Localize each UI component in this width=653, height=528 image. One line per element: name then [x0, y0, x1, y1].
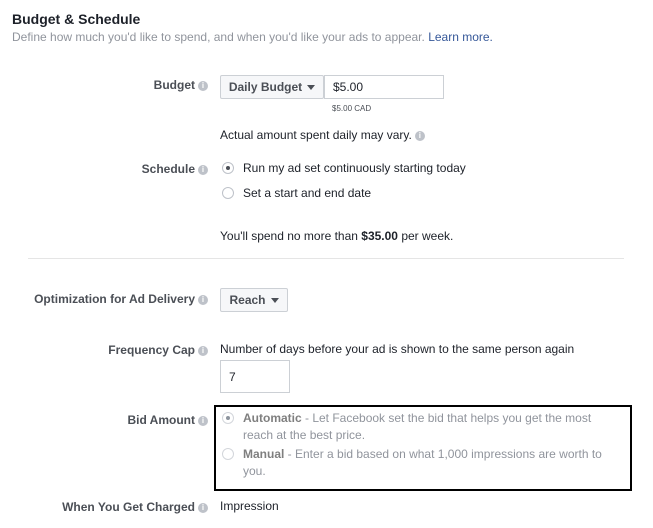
- bid-option-title: Manual: [243, 447, 285, 461]
- schedule-option-continuous[interactable]: Run my ad set continuously starting toda…: [222, 161, 466, 175]
- optimization-dropdown[interactable]: Reach: [220, 288, 288, 312]
- budget-type-label: Daily Budget: [228, 80, 303, 94]
- learn-more-link[interactable]: Learn more.: [428, 30, 493, 44]
- frequency-days-input[interactable]: 7: [220, 360, 290, 393]
- bid-option-desc: - Enter a bid based on what 1,000 impres…: [243, 447, 602, 478]
- budget-label: Budget i: [154, 78, 208, 92]
- info-icon[interactable]: i: [198, 80, 208, 91]
- section-divider: [28, 258, 624, 259]
- info-icon[interactable]: i: [198, 502, 208, 513]
- schedule-label-text: Schedule: [141, 162, 195, 176]
- radio-selected[interactable]: [222, 412, 234, 424]
- optimization-value: Reach: [229, 293, 266, 307]
- bid-label: Bid Amount i: [127, 413, 208, 427]
- frequency-label: Frequency Cap i: [108, 343, 208, 357]
- bid-option-text: Automatic - Let Facebook set the bid tha…: [243, 410, 623, 444]
- frequency-label-text: Frequency Cap: [108, 343, 195, 357]
- info-icon[interactable]: i: [198, 164, 208, 175]
- charged-value: Impression: [220, 499, 279, 513]
- weekly-spend-note: You'll spend no more than $35.00 per wee…: [220, 229, 453, 243]
- budget-label-text: Budget: [153, 78, 195, 92]
- radio-unselected[interactable]: [222, 448, 234, 460]
- schedule-option-label: Set a start and end date: [243, 186, 372, 200]
- radio-selected[interactable]: [222, 162, 234, 174]
- schedule-option-start-end[interactable]: Set a start and end date: [222, 186, 371, 200]
- caret-down-icon: [270, 297, 279, 303]
- spend-prefix: You'll spend no more than: [220, 229, 362, 243]
- schedule-label: Schedule i: [142, 162, 208, 176]
- bid-option-manual[interactable]: Manual - Enter a bid based on what 1,000…: [222, 446, 623, 480]
- budget-type-dropdown[interactable]: Daily Budget: [220, 75, 324, 99]
- charged-label: When You Get Charged i: [62, 500, 208, 514]
- spend-amount: $35.00: [361, 229, 398, 243]
- bid-label-text: Bid Amount: [127, 413, 195, 427]
- budget-currency-hint: $5.00 CAD: [332, 104, 372, 113]
- optimization-label: Optimization for Ad Delivery i: [34, 292, 208, 306]
- frequency-description: Number of days before your ad is shown t…: [220, 342, 575, 356]
- budget-amount-input[interactable]: $5.00: [324, 75, 444, 99]
- bid-option-automatic[interactable]: Automatic - Let Facebook set the bid tha…: [222, 410, 623, 444]
- caret-down-icon: [307, 84, 316, 90]
- info-icon[interactable]: i: [198, 415, 208, 426]
- optimization-label-text: Optimization for Ad Delivery: [34, 292, 195, 306]
- subtitle-text: Define how much you'd like to spend, and…: [12, 30, 425, 44]
- spend-suffix: per week.: [397, 229, 454, 243]
- budget-note-text: Actual amount spent daily may vary.: [220, 128, 412, 142]
- info-icon[interactable]: i: [414, 130, 425, 141]
- info-icon[interactable]: i: [198, 345, 208, 356]
- schedule-option-label: Run my ad set continuously starting toda…: [243, 161, 466, 175]
- bid-option-text: Manual - Enter a bid based on what 1,000…: [243, 446, 623, 480]
- info-icon[interactable]: i: [198, 294, 208, 305]
- bid-option-title: Automatic: [243, 411, 302, 425]
- radio-unselected[interactable]: [222, 187, 234, 199]
- budget-note: Actual amount spent daily may vary. i: [220, 128, 425, 142]
- section-title: Budget & Schedule: [12, 11, 141, 27]
- section-subtitle: Define how much you'd like to spend, and…: [12, 30, 493, 44]
- charged-label-text: When You Get Charged: [62, 500, 195, 514]
